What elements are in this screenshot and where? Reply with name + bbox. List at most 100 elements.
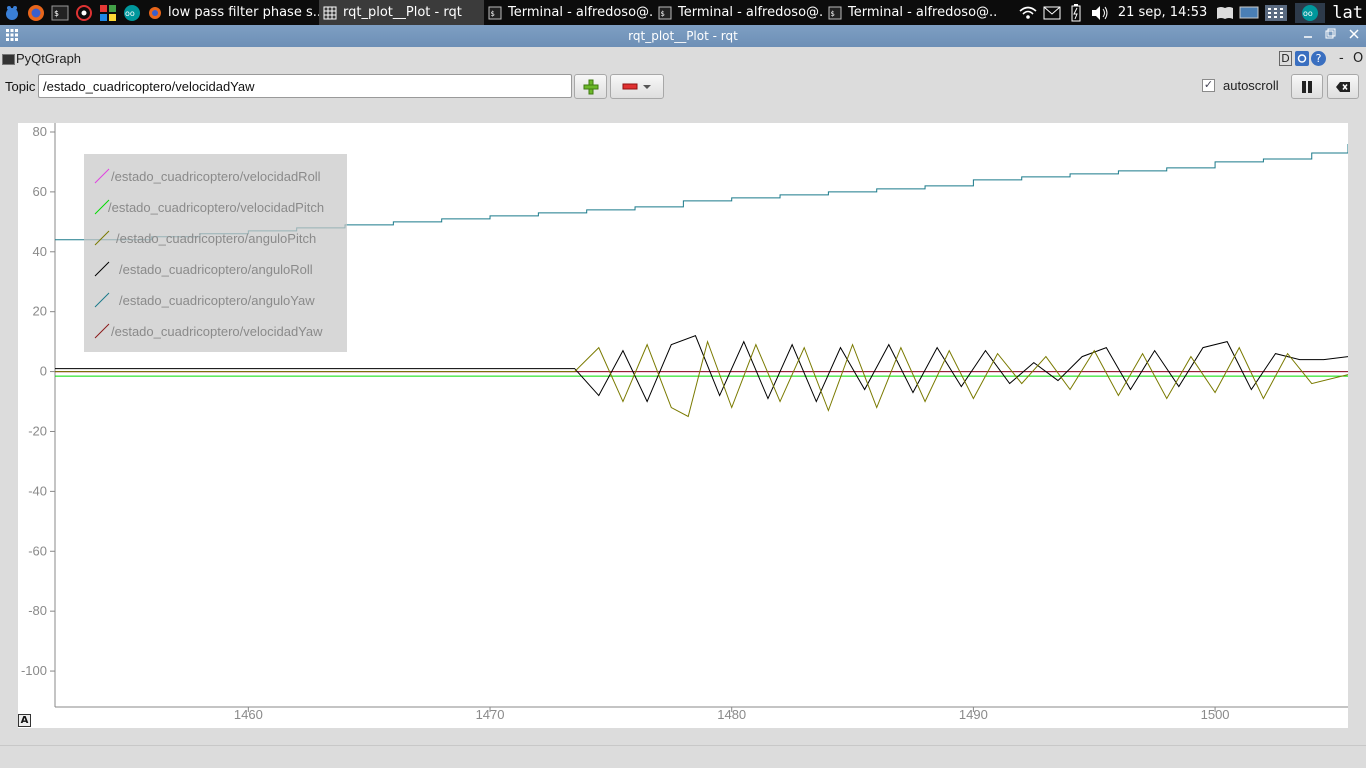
settings-launcher-icon[interactable] bbox=[73, 2, 95, 24]
topic-toolbar: Topic ✓ autoscroll bbox=[0, 73, 1366, 101]
terminal-launcher-icon[interactable]: $ bbox=[49, 2, 71, 24]
svg-text:$: $ bbox=[54, 9, 59, 18]
x-tick-label: 1470 bbox=[476, 707, 505, 722]
legend-swatch-icon bbox=[94, 292, 110, 308]
y-tick-label: 60 bbox=[33, 184, 47, 199]
task-label: Terminal - alfredoso@... bbox=[678, 5, 824, 20]
task-terminal-3[interactable]: $ Terminal - alfredoso@... bbox=[824, 0, 996, 25]
legend-item: /estado_cuadricoptero/anguloRoll bbox=[84, 257, 347, 281]
mail-icon[interactable] bbox=[1041, 2, 1063, 24]
svg-text:oo: oo bbox=[125, 9, 135, 18]
wifi-icon[interactable] bbox=[1017, 2, 1039, 24]
keyboard-layout[interactable]: lat bbox=[1329, 3, 1366, 23]
battery-icon[interactable] bbox=[1065, 2, 1087, 24]
plugin-settings-icon[interactable] bbox=[1295, 51, 1309, 66]
window-title: rqt_plot__Plot - rqt bbox=[628, 29, 738, 43]
plot-legend[interactable]: /estado_cuadricoptero/velocidadRoll /est… bbox=[84, 154, 347, 352]
task-label: rqt_plot__Plot - rqt bbox=[343, 5, 462, 20]
task-rqt-plot[interactable]: rqt_plot__Plot - rqt bbox=[319, 0, 484, 25]
x-tick-label: 1490 bbox=[959, 707, 988, 722]
maximize-button[interactable] bbox=[1322, 28, 1338, 44]
y-tick-label: -80 bbox=[28, 603, 47, 618]
legend-label: /estado_cuadricoptero/velocidadYaw bbox=[111, 324, 323, 339]
y-tick-label: -40 bbox=[28, 483, 47, 498]
legend-item: /estado_cuadricoptero/anguloPitch bbox=[84, 226, 347, 250]
legend-item: /estado_cuadricoptero/velocidadYaw bbox=[84, 319, 347, 343]
pyqtgraph-icon bbox=[2, 54, 15, 65]
taskbar: $ oo low pass filter phase s... rqt_plot… bbox=[0, 0, 1366, 25]
clock[interactable]: 21 sep, 14:53 bbox=[1112, 5, 1213, 20]
status-divider bbox=[0, 745, 1366, 746]
arduino-launcher-icon[interactable]: oo bbox=[121, 2, 143, 24]
x-tick-label: 1480 bbox=[717, 707, 746, 722]
legend-swatch-icon bbox=[94, 261, 110, 277]
autoscroll-label: autoscroll bbox=[1223, 78, 1279, 93]
display-icon[interactable] bbox=[1238, 2, 1260, 24]
task-label: Terminal - alfredoso@... bbox=[508, 5, 654, 20]
plus-icon bbox=[583, 79, 598, 94]
plugin-d-button[interactable]: D bbox=[1279, 51, 1292, 66]
minimize-button[interactable] bbox=[1300, 28, 1316, 44]
terminal-icon: $ bbox=[658, 6, 672, 20]
task-terminal-2[interactable]: $ Terminal - alfredoso@... bbox=[654, 0, 824, 25]
topic-label: Topic bbox=[5, 79, 36, 94]
window-titlebar[interactable]: rqt_plot__Plot - rqt bbox=[0, 25, 1366, 47]
firefox-launcher-icon[interactable] bbox=[25, 2, 47, 24]
y-tick-label: 20 bbox=[33, 304, 47, 319]
plot-widget[interactable]: 80 60 40 20 0 -20 -40 -60 -80 -100 1460 1470 1480 149… bbox=[18, 123, 1348, 728]
legend-item: /estado_cuadricoptero/anguloYaw bbox=[84, 288, 347, 312]
legend-label: /estado_cuadricoptero/anguloRoll bbox=[119, 262, 313, 277]
y-tick-label: 80 bbox=[33, 124, 47, 139]
add-topic-button[interactable] bbox=[574, 74, 607, 99]
plugin-help-button[interactable]: ? bbox=[1311, 51, 1326, 66]
pause-icon bbox=[1302, 80, 1312, 93]
legend-label: /estado_cuadricoptero/velocidadRoll bbox=[111, 169, 321, 184]
autoscroll-checkbox[interactable]: ✓ autoscroll bbox=[1202, 78, 1279, 93]
volume-icon[interactable] bbox=[1089, 2, 1111, 24]
svg-text:$: $ bbox=[661, 10, 665, 18]
terminal-icon: $ bbox=[828, 6, 842, 20]
plugin-close-button[interactable]: O bbox=[1353, 51, 1363, 66]
svg-text:oo: oo bbox=[1303, 9, 1313, 18]
remove-topic-button[interactable] bbox=[610, 74, 664, 99]
x-tick-label: 1460 bbox=[234, 707, 263, 722]
legend-item: /estado_cuadricoptero/velocidadRoll bbox=[84, 164, 347, 188]
y-tick-label: -100 bbox=[21, 663, 47, 678]
legend-label: /estado_cuadricoptero/anguloYaw bbox=[119, 293, 315, 308]
plugin-dash-button[interactable]: - bbox=[1339, 51, 1344, 66]
chevron-down-icon bbox=[643, 84, 651, 89]
legend-swatch-icon bbox=[94, 323, 110, 339]
task-terminal-1[interactable]: $ Terminal - alfredoso@... bbox=[484, 0, 654, 25]
y-tick-label: 40 bbox=[33, 244, 47, 259]
checkmark-icon: ✓ bbox=[1202, 79, 1215, 92]
legend-label: /estado_cuadricoptero/velocidadPitch bbox=[108, 200, 325, 215]
task-firefox[interactable]: low pass filter phase s... bbox=[144, 0, 319, 25]
y-tick-label: -60 bbox=[28, 543, 47, 558]
x-tick-label: 1500 bbox=[1201, 707, 1230, 722]
close-button[interactable] bbox=[1346, 28, 1362, 44]
plugin-name: PyQtGraph bbox=[16, 51, 82, 66]
clear-icon bbox=[1336, 81, 1350, 92]
terminal-icon: $ bbox=[488, 6, 502, 20]
system-tray: 21 sep, 14:53 oo lat bbox=[1015, 0, 1366, 25]
legend-label: /estado_cuadricoptero/anguloPitch bbox=[116, 231, 317, 246]
book-icon[interactable] bbox=[1214, 2, 1236, 24]
task-label: low pass filter phase s... bbox=[168, 5, 319, 20]
clear-button[interactable] bbox=[1327, 74, 1359, 99]
grid-app-icon bbox=[323, 6, 337, 20]
series-line bbox=[55, 339, 1348, 418]
y-tick-label: -20 bbox=[28, 423, 47, 438]
legend-swatch-icon bbox=[94, 230, 110, 246]
topic-input[interactable] bbox=[38, 74, 572, 98]
whisker-menu-icon[interactable] bbox=[1, 2, 23, 24]
workspace-switcher-icon[interactable] bbox=[1262, 2, 1290, 24]
y-tick-label: 0 bbox=[40, 364, 47, 379]
svg-text:$: $ bbox=[491, 10, 495, 18]
minus-icon bbox=[622, 83, 638, 89]
pause-button[interactable] bbox=[1291, 74, 1323, 99]
firefox-icon bbox=[148, 6, 162, 20]
apps-launcher-icon[interactable] bbox=[97, 2, 119, 24]
task-label: Terminal - alfredoso@... bbox=[848, 5, 996, 20]
arduino-tray-icon[interactable]: oo bbox=[1292, 2, 1328, 24]
auto-range-button[interactable]: A bbox=[18, 714, 31, 727]
